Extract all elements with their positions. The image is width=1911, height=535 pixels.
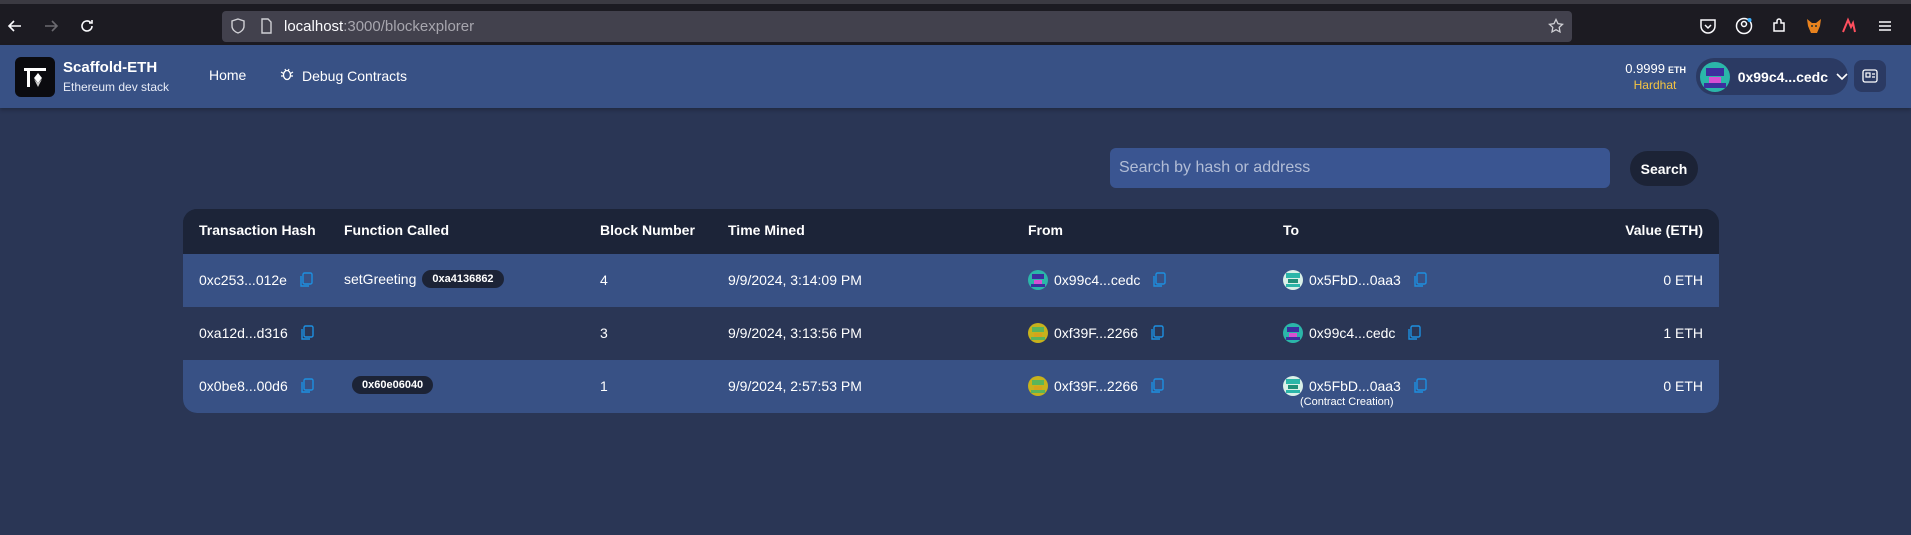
fox-icon[interactable]	[1802, 14, 1826, 38]
tx-hash-cell: 0xc253...012e	[199, 272, 313, 288]
to-avatar	[1283, 376, 1303, 396]
to-cell: 0x99c4...cedc	[1283, 323, 1422, 343]
url-host: localhost	[284, 18, 344, 35]
table-header: Transaction Hash Function Called Block N…	[183, 209, 1719, 254]
col-time-mined: Time Mined	[728, 222, 805, 238]
value-cell: 0 ETH	[1663, 378, 1703, 394]
copy-icon[interactable]	[299, 272, 313, 288]
copy-icon[interactable]	[300, 325, 314, 341]
function-selector-badge: 0xa4136862	[422, 270, 504, 288]
function-name: setGreeting	[344, 271, 417, 287]
bug-icon	[280, 67, 294, 84]
pocket-icon[interactable]	[1696, 14, 1720, 38]
from-address-link[interactable]: 0xf39F...2266	[1054, 378, 1138, 394]
block-number-link[interactable]: 4	[600, 272, 608, 288]
table-row[interactable]: 0x0be8...00d6 0x60e06040 1 9/9/2024, 2:5…	[183, 360, 1719, 413]
chevron-down-icon	[1836, 70, 1848, 84]
browser-toolbar: localhost:3000/blockexplorer	[0, 0, 1911, 45]
copy-icon[interactable]	[1150, 378, 1164, 394]
page-icon[interactable]	[258, 18, 274, 34]
from-cell: 0x99c4...cedc	[1028, 270, 1167, 290]
to-avatar	[1283, 323, 1303, 343]
reload-icon[interactable]	[73, 12, 101, 40]
account-address: 0x99c4...cedc	[1737, 68, 1828, 85]
scaffold-logo-icon[interactable]	[15, 57, 55, 97]
table-row[interactable]: 0xa12d...d316 3 9/9/2024, 3:13:56 PM 0xf…	[183, 307, 1719, 360]
value-cell: 0 ETH	[1663, 272, 1703, 288]
copy-icon[interactable]	[1413, 272, 1427, 288]
brand-subtitle: Ethereum dev stack	[63, 80, 170, 94]
to-address-link[interactable]: 0x99c4...cedc	[1309, 325, 1395, 341]
function-cell: setGreeting 0xa4136862	[344, 270, 504, 288]
col-to: To	[1283, 222, 1300, 238]
to-avatar	[1283, 270, 1303, 290]
hamburger-icon[interactable]	[1873, 14, 1897, 38]
from-avatar	[1028, 323, 1048, 343]
time-mined: 9/9/2024, 3:14:09 PM	[728, 272, 862, 288]
nav-home[interactable]: Home	[209, 67, 246, 83]
copy-icon[interactable]	[1407, 325, 1422, 341]
tx-hash-link[interactable]: 0xc253...012e	[199, 272, 287, 288]
time-mined: 9/9/2024, 2:57:53 PM	[728, 378, 862, 394]
table-row[interactable]: 0xc253...012e setGreeting 0xa4136862 4 9…	[183, 254, 1719, 307]
block-number-link[interactable]: 1	[600, 378, 608, 394]
time-mined: 9/9/2024, 3:13:56 PM	[728, 325, 862, 341]
search-button[interactable]: Search	[1630, 151, 1698, 186]
url-text[interactable]: localhost:3000/blockexplorer	[284, 18, 474, 35]
col-from: From	[1028, 222, 1063, 238]
star-icon[interactable]	[1548, 17, 1564, 34]
back-arrow-icon[interactable]	[1, 12, 29, 40]
from-avatar	[1028, 270, 1048, 290]
shield-icon[interactable]	[230, 18, 246, 34]
col-value: Value (ETH)	[1625, 222, 1703, 238]
to-cell: 0x5FbD...0aa3	[1283, 376, 1427, 396]
forward-arrow-icon[interactable]	[37, 12, 65, 40]
to-cell: 0x5FbD...0aa3	[1283, 270, 1427, 290]
function-cell: 0x60e06040	[346, 376, 434, 394]
col-function-called: Function Called	[344, 222, 449, 238]
extensions-icon[interactable]	[1767, 14, 1791, 38]
from-avatar	[1028, 376, 1048, 396]
tx-hash-link[interactable]: 0x0be8...00d6	[199, 378, 288, 394]
to-address-link[interactable]: 0x5FbD...0aa3	[1309, 272, 1401, 288]
balance-value-line: 0.9999 ETH	[1610, 61, 1686, 76]
function-selector-badge: 0x60e06040	[352, 376, 434, 394]
from-cell: 0xf39F...2266	[1028, 376, 1164, 396]
balance-display[interactable]: 0.9999 ETH Hardhat	[1610, 61, 1686, 92]
app-header: Scaffold-ETH Ethereum dev stack Home Deb…	[0, 45, 1911, 108]
nav-debug-contracts[interactable]: Debug Contracts	[280, 67, 407, 84]
tx-hash-cell: 0x0be8...00d6	[199, 378, 314, 394]
tx-hash-cell: 0xa12d...d316	[199, 325, 314, 341]
extension-logo-icon[interactable]	[1837, 14, 1861, 38]
col-transaction-hash: Transaction Hash	[199, 222, 316, 238]
from-address-link[interactable]: 0xf39F...2266	[1054, 325, 1138, 341]
account-icon[interactable]	[1732, 14, 1756, 38]
copy-icon[interactable]	[1152, 272, 1167, 288]
copy-icon[interactable]	[300, 378, 314, 394]
copy-icon[interactable]	[1150, 325, 1164, 341]
to-address-link[interactable]: 0x5FbD...0aa3	[1309, 378, 1401, 394]
from-cell: 0xf39F...2266	[1028, 323, 1164, 343]
block-number-link[interactable]: 3	[600, 325, 608, 341]
from-address-link[interactable]: 0x99c4...cedc	[1054, 272, 1140, 288]
address-bar[interactable]: localhost:3000/blockexplorer	[222, 11, 1572, 42]
account-avatar	[1700, 61, 1730, 92]
network-label: Hardhat	[1633, 78, 1677, 92]
url-path: :3000/blockexplorer	[343, 18, 475, 35]
contract-creation-note: (Contract Creation)	[1300, 396, 1394, 408]
brand-title[interactable]: Scaffold-ETH	[63, 59, 157, 76]
copy-icon[interactable]	[1413, 378, 1427, 394]
transactions-table: Transaction Hash Function Called Block N…	[183, 209, 1719, 413]
balance-value: 0.9999	[1625, 61, 1665, 76]
col-block-number: Block Number	[600, 222, 695, 238]
search-input[interactable]	[1110, 148, 1610, 188]
qr-icon[interactable]	[1854, 60, 1886, 92]
nav-debug-label: Debug Contracts	[302, 67, 408, 84]
account-dropdown-button[interactable]: 0x99c4...cedc	[1696, 58, 1848, 95]
value-cell: 1 ETH	[1663, 325, 1703, 341]
tx-hash-link[interactable]: 0xa12d...d316	[199, 325, 288, 341]
balance-unit: ETH	[1668, 65, 1686, 75]
